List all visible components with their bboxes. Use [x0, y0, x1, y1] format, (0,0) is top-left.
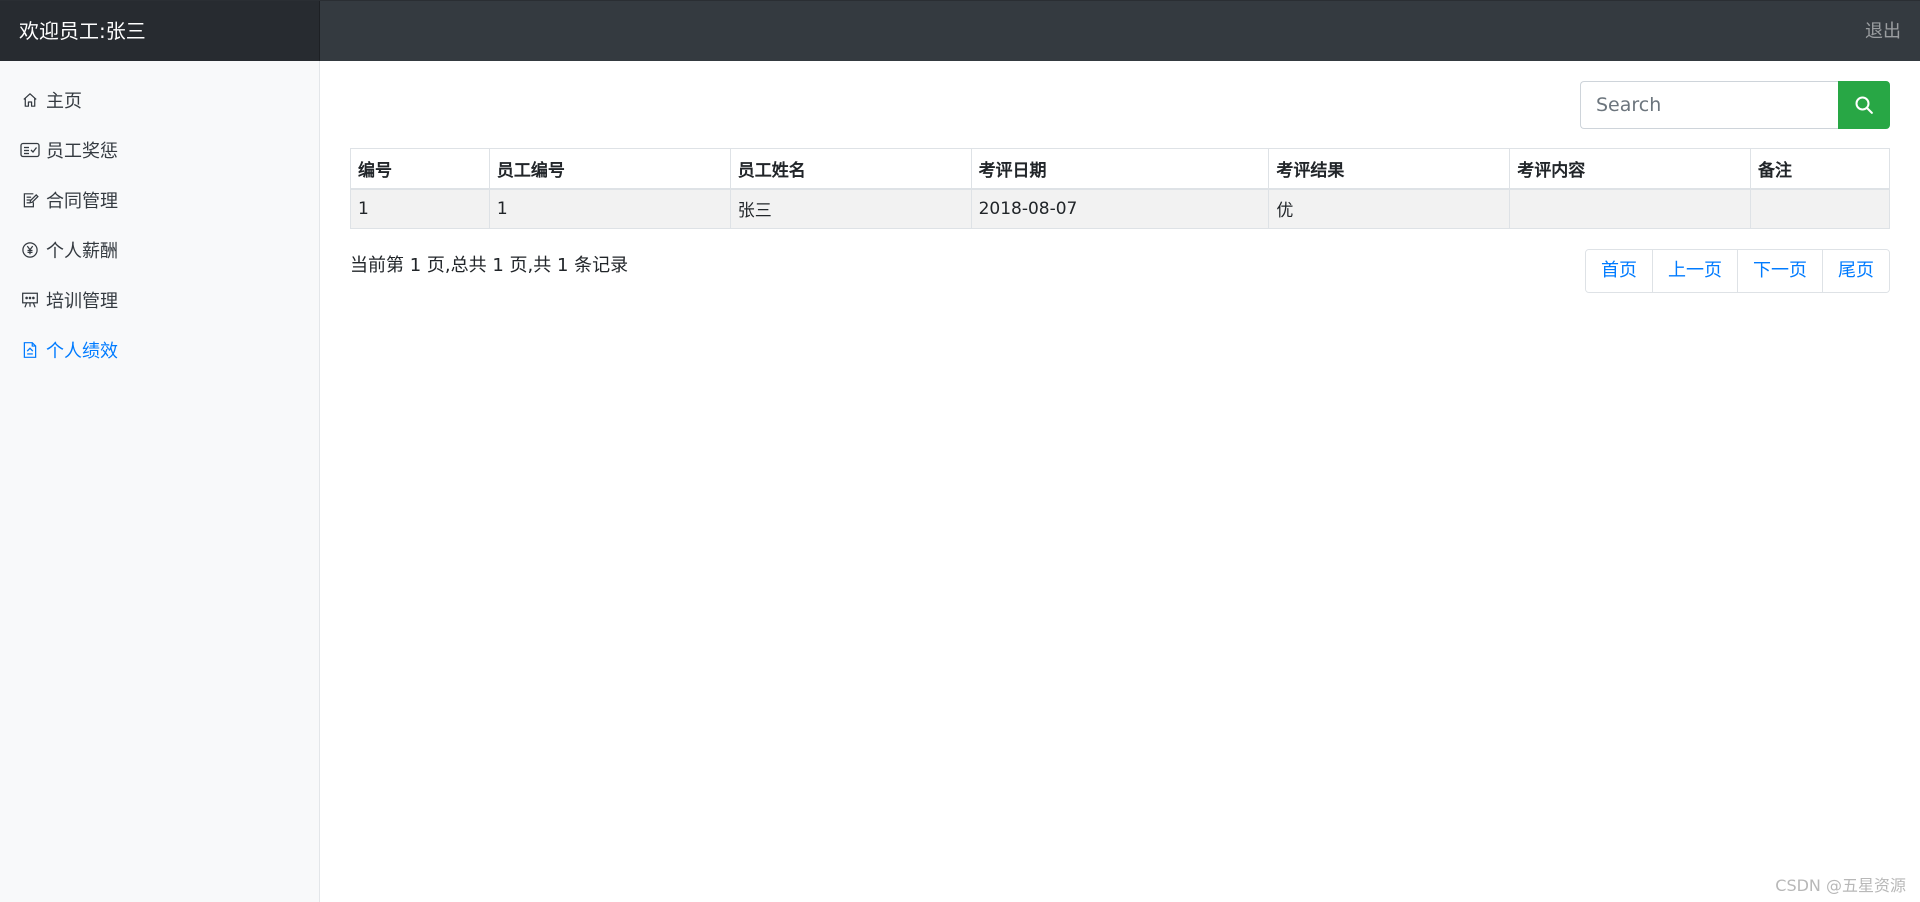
prev-page-button[interactable]: 上一页	[1652, 250, 1737, 292]
main-content: 编号 员工编号 员工姓名 考评日期 考评结果 考评内容 备注 1 1 张三 20…	[320, 61, 1920, 902]
column-header: 编号	[350, 148, 490, 190]
yen-circle-icon	[20, 240, 40, 260]
table-cell	[1509, 188, 1752, 229]
sidebar-item-label: 个人绩效	[46, 341, 118, 362]
table-header-row: 编号 员工编号 员工姓名 考评日期 考评结果 考评内容 备注	[350, 148, 1890, 190]
next-page-button[interactable]: 下一页	[1737, 250, 1822, 292]
presentation-icon	[20, 290, 40, 310]
pagination: 首页 上一页 下一页 尾页	[1585, 249, 1890, 293]
sidebar-item-label: 个人薪酬	[46, 241, 118, 262]
sidebar-item-label: 培训管理	[46, 291, 118, 312]
column-header: 考评日期	[970, 148, 1270, 190]
card-check-icon	[20, 140, 40, 160]
performance-document-icon	[20, 340, 40, 360]
welcome-title: 欢迎员工:张三	[0, 1, 320, 62]
table-cell	[1750, 188, 1890, 229]
search-form	[1580, 81, 1890, 129]
watermark: CSDN @五星资源	[1775, 876, 1906, 895]
table-cell: 1	[350, 188, 490, 229]
search-icon	[1854, 95, 1874, 115]
sidebar-item-label: 员工奖惩	[46, 141, 118, 162]
search-input[interactable]	[1580, 81, 1838, 129]
table-cell: 优	[1268, 188, 1511, 229]
table-cell: 2018-08-07	[970, 188, 1270, 229]
column-header: 考评内容	[1509, 148, 1752, 190]
sidebar-item-rewards[interactable]: 员工奖惩	[0, 125, 319, 175]
sidebar-item-performance[interactable]: 个人绩效	[0, 325, 319, 375]
sidebar: 主页 员工奖惩 合同管理 个人薪酬 培训管理 个人绩效	[0, 61, 320, 902]
table-row: 1 1 张三 2018-08-07 优	[350, 188, 1890, 229]
home-icon	[20, 90, 40, 110]
column-header: 考评结果	[1268, 148, 1511, 190]
logout-link[interactable]: 退出	[1865, 1, 1901, 62]
sidebar-item-training[interactable]: 培训管理	[0, 275, 319, 325]
top-navbar: 欢迎员工:张三 退出	[0, 0, 1920, 62]
table-cell: 1	[488, 188, 731, 229]
first-page-button[interactable]: 首页	[1586, 250, 1652, 292]
sidebar-item-contracts[interactable]: 合同管理	[0, 175, 319, 225]
sidebar-item-home[interactable]: 主页	[0, 75, 319, 125]
pagination-info: 当前第 1 页,总共 1 页,共 1 条记录	[350, 255, 629, 276]
search-button[interactable]	[1838, 81, 1890, 129]
performance-table: 编号 员工编号 员工姓名 考评日期 考评结果 考评内容 备注 1 1 张三 20…	[350, 148, 1890, 229]
last-page-button[interactable]: 尾页	[1822, 250, 1889, 292]
sidebar-item-label: 合同管理	[46, 191, 118, 212]
sidebar-item-salary[interactable]: 个人薪酬	[0, 225, 319, 275]
column-header: 员工姓名	[729, 148, 972, 190]
column-header: 员工编号	[488, 148, 731, 190]
document-edit-icon	[20, 190, 40, 210]
sidebar-item-label: 主页	[46, 91, 82, 112]
column-header: 备注	[1750, 148, 1890, 190]
table-cell: 张三	[729, 188, 972, 229]
